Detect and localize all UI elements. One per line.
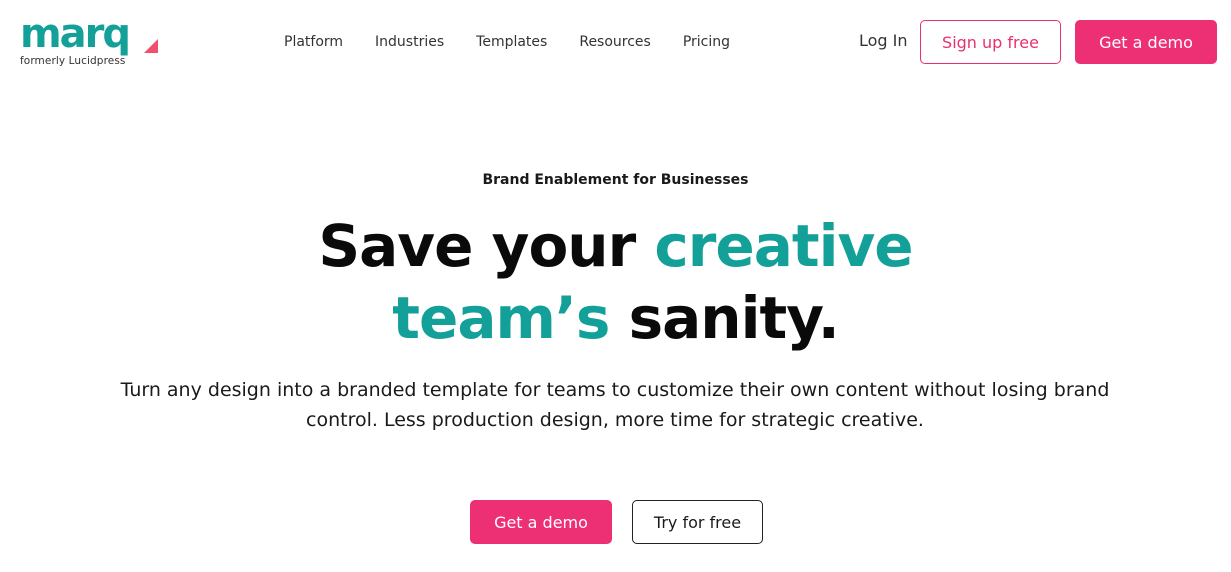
nav-item-templates[interactable]: Templates: [476, 33, 547, 51]
headline-part-1: Save your: [318, 212, 655, 280]
header-demo-button[interactable]: Get a demo: [1075, 20, 1217, 64]
signup-button[interactable]: Sign up free: [920, 20, 1061, 64]
nav-item-industries[interactable]: Industries: [375, 33, 444, 51]
logo-wordmark: marq: [20, 11, 131, 57]
nav-item-resources[interactable]: Resources: [579, 33, 651, 51]
nav-item-platform[interactable]: Platform: [284, 33, 343, 51]
hero-subtext: Turn any design into a branded template …: [120, 379, 1110, 431]
hero-eyebrow: Brand Enablement for Businesses: [482, 172, 749, 188]
main-nav: Platform Industries Templates Resources …: [284, 33, 730, 51]
hero-headline: Save your creative team’s sanity.: [0, 210, 1231, 354]
logo-triangle-icon: [144, 39, 158, 53]
logo-subtitle: formerly Lucidpress: [20, 55, 126, 67]
try-free-button[interactable]: Try for free: [632, 500, 763, 544]
nav-item-pricing[interactable]: Pricing: [683, 33, 730, 51]
headline-accent-2: team’s: [392, 284, 610, 352]
headline-accent-1: creative: [654, 212, 913, 280]
headline-part-2: sanity.: [609, 284, 840, 352]
login-link[interactable]: Log In: [859, 30, 908, 52]
marq-logo[interactable]: marq formerly Lucidpress: [20, 14, 160, 70]
hero-demo-button[interactable]: Get a demo: [470, 500, 612, 544]
